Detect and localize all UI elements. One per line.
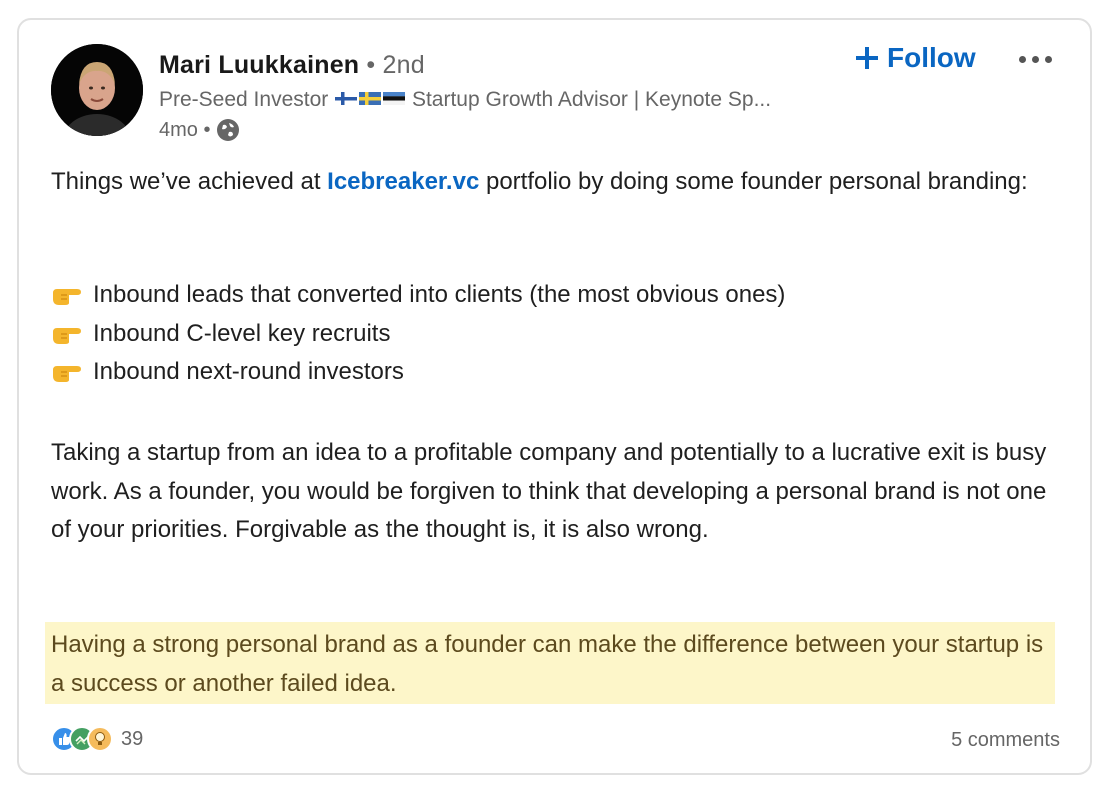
intro-text-before: Things we’ve achieved at [51,168,328,195]
comments-count-link[interactable]: 5 comments [951,729,1060,752]
plus-icon [856,47,878,69]
bullet-text: Inbound next-round investors [93,358,404,385]
more-options-icon[interactable] [1019,56,1052,63]
bullet-item: Inbound next-round investors [51,358,404,386]
follow-label: Follow [887,42,976,73]
estonia-flag-icon [383,91,406,105]
intro-text-after: portfolio by doing some founder personal… [479,168,1028,195]
reactions-summary[interactable]: 39 [51,726,143,752]
post-card: Mari Luukkainen • 2nd Pre-Seed Investor … [17,18,1092,775]
reaction-count: 39 [121,727,144,750]
connection-degree: • 2nd [366,51,425,79]
headline-start: Pre-Seed Investor [159,88,329,111]
author-avatar[interactable] [51,44,143,136]
icebreaker-link[interactable]: Icebreaker.vc [327,168,479,195]
bullet-text: Inbound leads that converted into client… [93,281,786,308]
bullet-text: Inbound C-level key recruits [93,320,391,347]
follow-button[interactable]: Follow [855,42,976,74]
pointing-hand-icon [53,328,81,344]
author-name[interactable]: Mari Luukkainen [159,51,359,79]
headline-end: Startup Growth Advisor | Keynote Sp... [411,88,772,111]
author-name-row[interactable]: Mari Luukkainen • 2nd [159,51,425,80]
bullet-item: Inbound leads that converted into client… [51,281,785,309]
finland-flag-icon [335,91,358,105]
pointing-hand-icon [53,366,81,382]
insightful-icon [87,726,113,752]
bullet-item: Inbound C-level key recruits [51,320,390,348]
post-meta: 4mo • [159,118,240,142]
highlighted-quote: Having a strong personal brand as a foun… [51,631,1044,697]
author-headline: Pre-Seed Investor Startup Growth Advisor… [159,88,771,112]
post-time: 4mo • [159,118,211,141]
post-intro: Things we’ve achieved at Icebreaker.vc p… [51,163,1061,202]
post-paragraph: Taking a startup from an idea to a profi… [51,439,1047,543]
pointing-hand-icon [53,289,81,305]
sweden-flag-icon [359,91,382,105]
avatar-photo [51,44,143,136]
globe-icon [217,119,240,141]
